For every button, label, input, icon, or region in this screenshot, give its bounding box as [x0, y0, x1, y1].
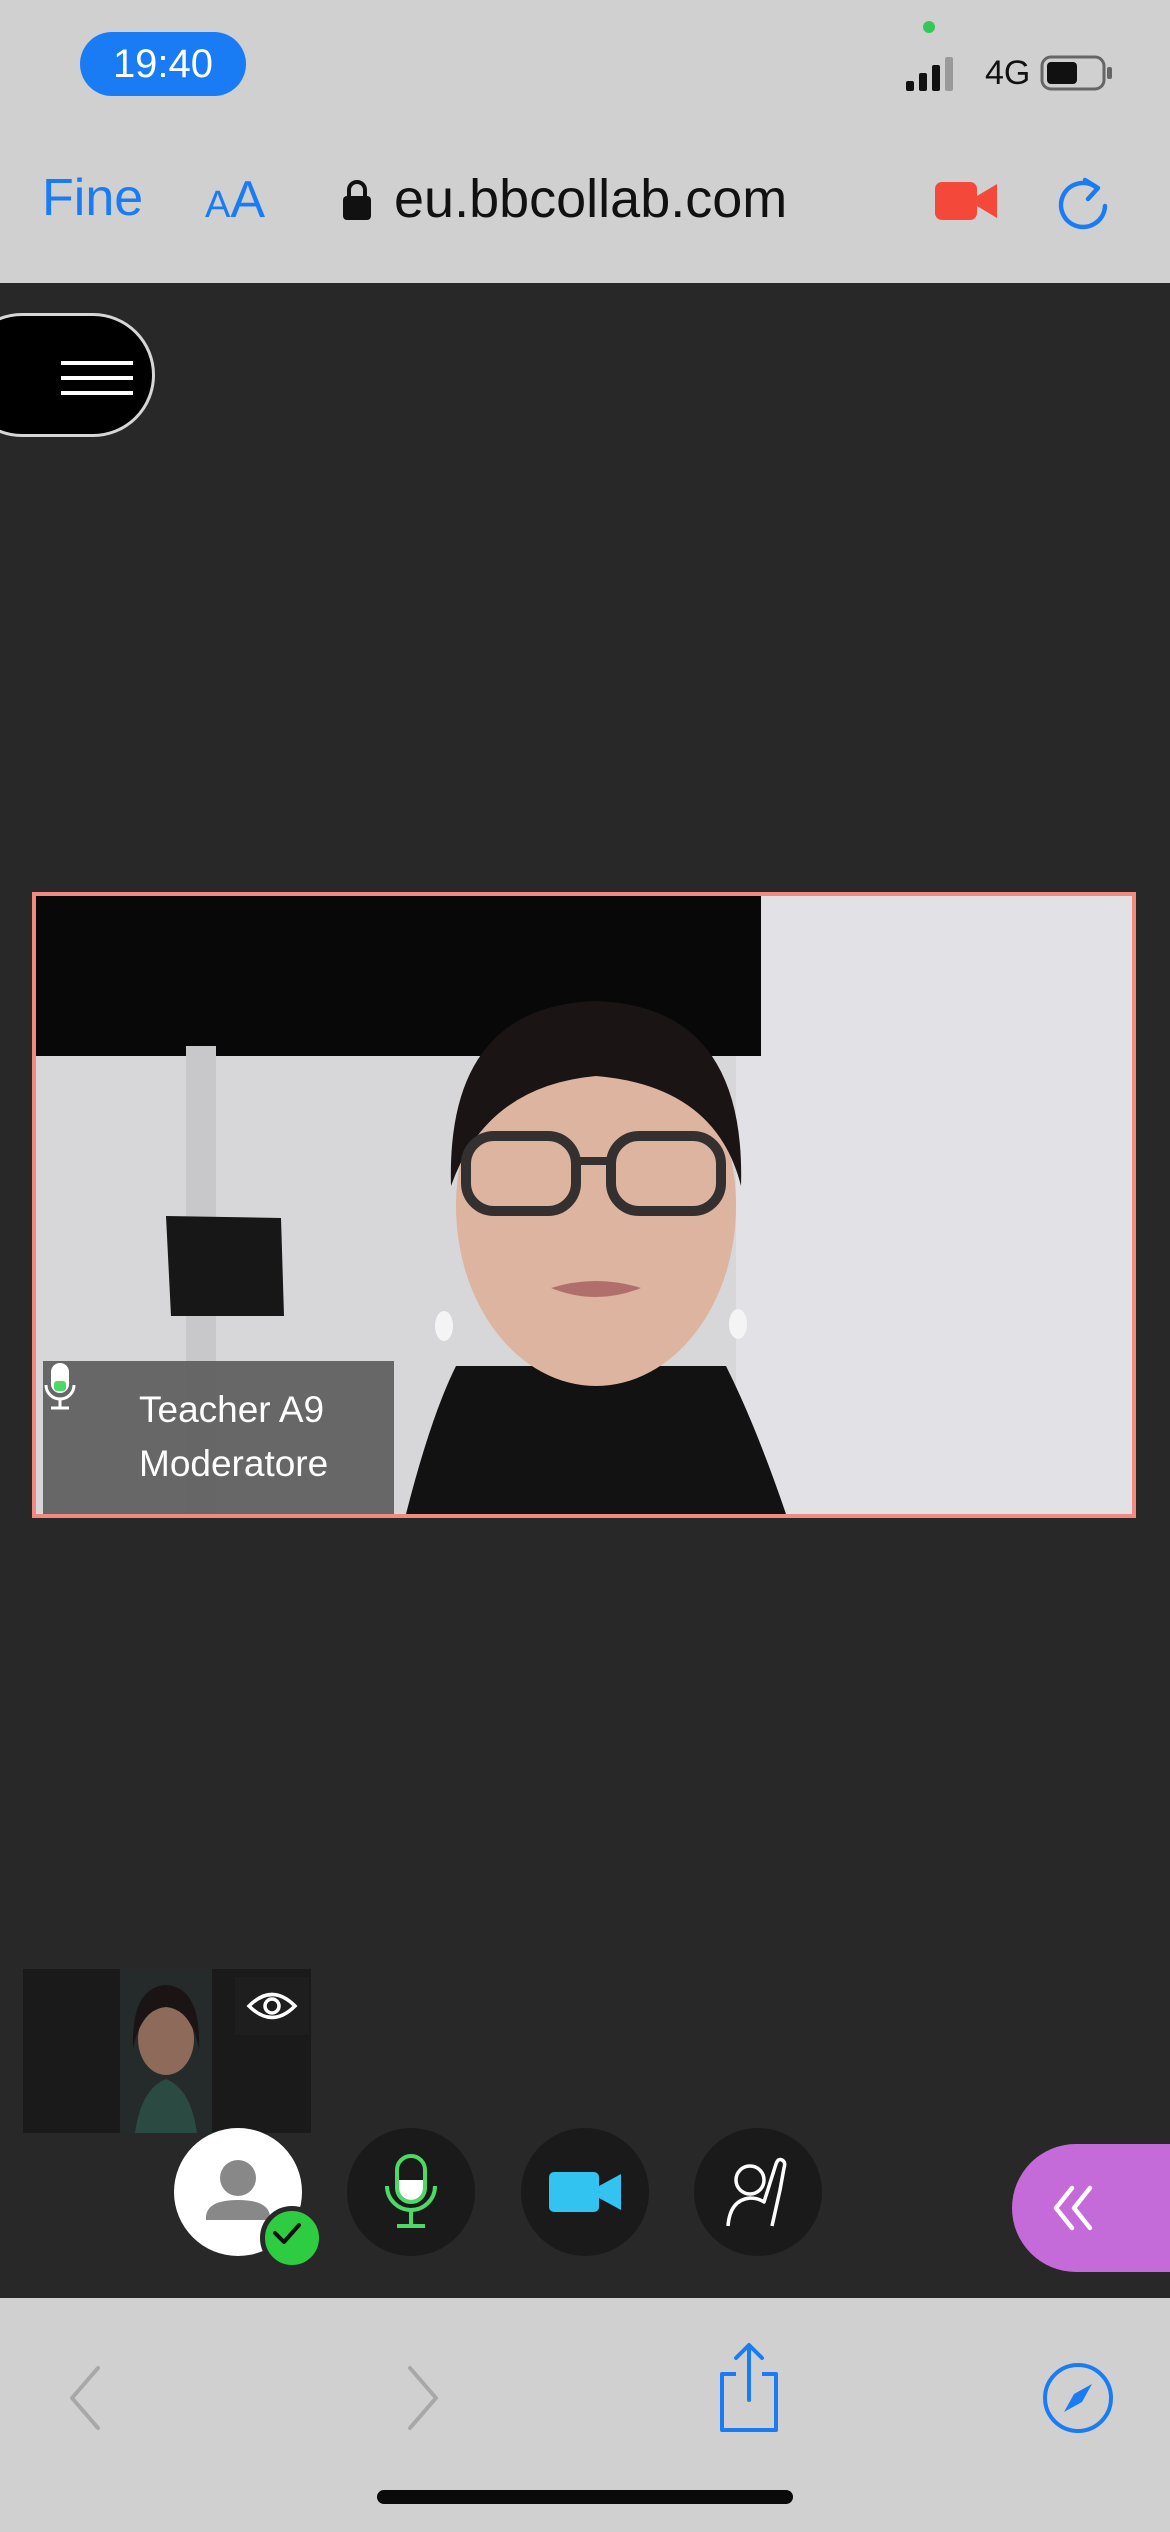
aa-small-glyph: A [205, 184, 231, 226]
menu-icon [61, 361, 133, 365]
active-speaker-video: Teacher A9 Moderatore [32, 892, 1136, 1518]
reader-settings-button[interactable]: AA [205, 170, 265, 230]
address-bar-url[interactable]: eu.bbcollab.com [394, 168, 787, 230]
participant-info: Teacher A9 Moderatore [139, 1383, 328, 1491]
lock-icon [343, 180, 371, 220]
microphone-button[interactable] [347, 2128, 475, 2256]
microphone-icon [44, 1363, 76, 1410]
open-panel-button[interactable] [1012, 2144, 1170, 2272]
eye-icon[interactable] [235, 1977, 309, 2035]
menu-icon-line [61, 391, 133, 395]
participant-name-tag: Teacher A9 Moderatore [43, 1361, 394, 1514]
battery-icon [1040, 55, 1112, 91]
session-menu-button[interactable] [0, 313, 155, 437]
cellular-signal-icon [906, 57, 953, 91]
status-time: 19:40 [80, 32, 246, 96]
checkmark-icon [273, 2223, 301, 2244]
back-icon[interactable] [60, 2358, 110, 2438]
double-chevron-left-icon [1053, 2185, 1093, 2231]
raise-hand-icon [726, 2157, 787, 2227]
aa-big-glyph: A [230, 171, 266, 229]
reload-icon[interactable] [1057, 174, 1111, 230]
home-indicator [377, 2490, 793, 2504]
status-check-badge [260, 2206, 324, 2270]
camera-in-use-dot [923, 21, 935, 33]
menu-icon-line [61, 376, 133, 380]
share-icon[interactable] [710, 2338, 788, 2438]
camera-button[interactable] [521, 2128, 649, 2256]
video-camera-icon [549, 2172, 621, 2212]
participant-name: Teacher A9 [139, 1389, 325, 1430]
compass-icon[interactable] [1040, 2360, 1116, 2436]
video-camera-icon[interactable] [935, 180, 997, 222]
raise-hand-button[interactable] [694, 2128, 822, 2256]
microphone-icon [385, 2154, 437, 2228]
participant-role: Moderatore [139, 1443, 329, 1484]
forward-icon[interactable] [398, 2358, 448, 2438]
done-button[interactable]: Fine [42, 168, 143, 228]
network-type: 4G [985, 54, 1031, 92]
